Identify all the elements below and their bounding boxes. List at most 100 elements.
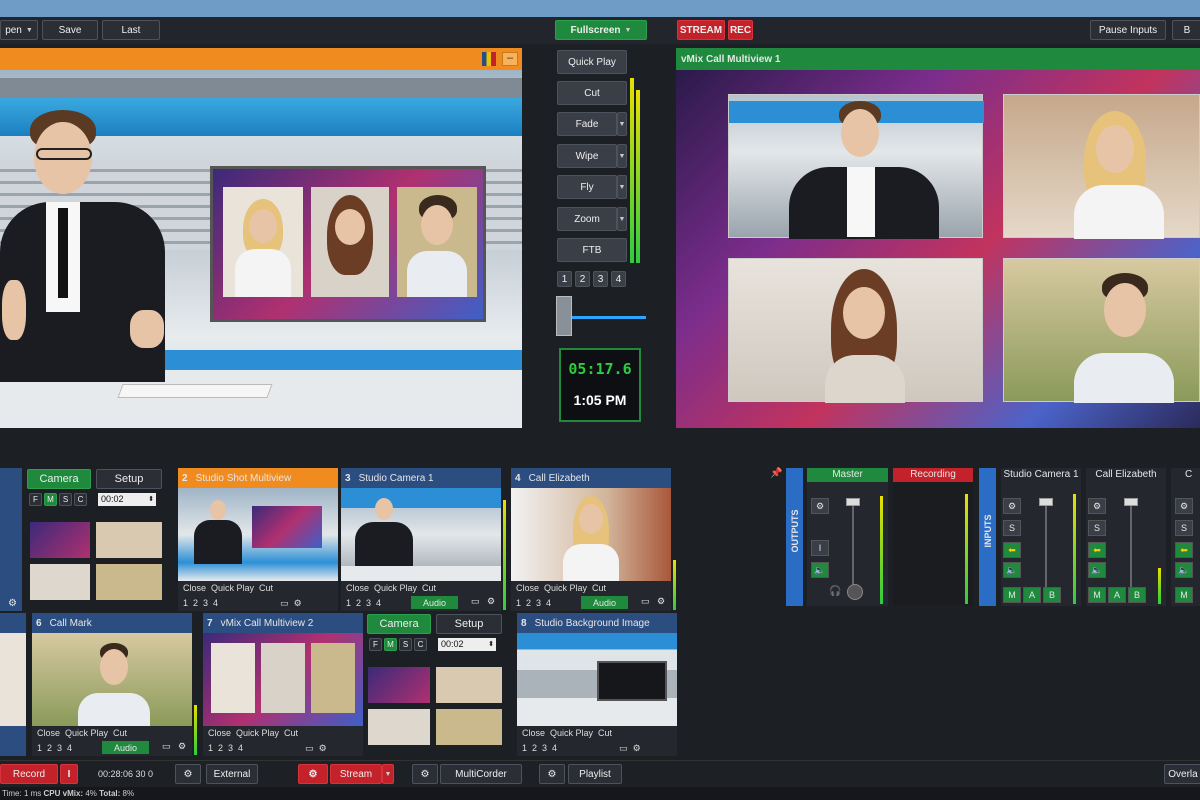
input-tile-3[interactable]: 3 Studio Camera 1 Close Quick Play Cut 1…	[341, 468, 501, 611]
arrow-left-icon[interactable]: ⬅	[1175, 542, 1193, 558]
close-button[interactable]: Close	[516, 583, 539, 593]
fade-button[interactable]: Fade	[557, 112, 617, 136]
setup-tab[interactable]: Setup	[96, 469, 162, 489]
gear-icon[interactable]: ⚙	[657, 596, 665, 607]
overlay-2-button[interactable]: 2	[356, 598, 361, 608]
ftb-button[interactable]: FTB	[557, 238, 627, 262]
color-bars-icon[interactable]	[482, 52, 496, 66]
quick-play-link[interactable]: Quick Play	[211, 583, 254, 593]
overlay-4-button[interactable]: 4	[546, 598, 551, 608]
quick-play-button[interactable]: Quick Play	[557, 50, 627, 74]
duration-input[interactable]: 00:02 ⬍	[98, 493, 156, 506]
overlay-1-button[interactable]: 1	[37, 743, 42, 753]
overlay-1-button[interactable]: 1	[183, 598, 188, 608]
arrow-left-icon[interactable]: ⬅	[1088, 542, 1106, 558]
input-tile-4[interactable]: 4 Call Elizabeth Close Quick Play Cut 1 …	[511, 468, 671, 611]
pan-knob[interactable]	[847, 584, 863, 600]
input-1-edge[interactable]	[0, 468, 22, 611]
monitor-icon[interactable]: ▭	[280, 598, 289, 609]
solo-button[interactable]: S	[1003, 520, 1021, 536]
headphones-icon[interactable]: 🎧	[829, 586, 841, 597]
layer-c-button-2[interactable]: C	[414, 638, 427, 651]
solo-button[interactable]: S	[1175, 520, 1193, 536]
multicorder-button[interactable]: MultiCorder	[440, 764, 522, 784]
wipe-options-button[interactable]: ▼	[617, 144, 627, 168]
close-button[interactable]: Close	[37, 728, 60, 738]
gear-icon[interactable]: ⚙	[1003, 498, 1021, 514]
gear-icon[interactable]: ⚙	[1175, 498, 1193, 514]
pause-inputs-button[interactable]: Pause Inputs	[1090, 20, 1166, 40]
pin-icon[interactable]: 📌	[770, 468, 782, 479]
audio-button[interactable]: Audio	[581, 596, 629, 609]
input-tile-6[interactable]: 6 Call Mark Close Quick Play Cut 1 2 3 4…	[32, 613, 192, 756]
monitor-icon[interactable]: ▭	[305, 743, 314, 754]
channel-1-fader[interactable]	[1039, 498, 1053, 506]
monitor-icon[interactable]: ▭	[471, 596, 480, 607]
gear-icon[interactable]: ⚙	[633, 743, 641, 754]
transition-1-button[interactable]: 1	[557, 271, 572, 287]
audio-button[interactable]: Audio	[411, 596, 459, 609]
cut-link[interactable]: Cut	[422, 583, 436, 593]
stepper-icon[interactable]: ⬍	[488, 638, 494, 651]
input-5-edge[interactable]	[0, 613, 26, 756]
bus-a-button[interactable]: A	[1108, 587, 1126, 603]
overlay-1-button[interactable]: 1	[208, 743, 213, 753]
speaker-icon[interactable]: 🔈	[1088, 562, 1106, 578]
camera-tab-2[interactable]: Camera	[367, 614, 431, 634]
input-tile-8[interactable]: 8 Studio Background Image Close Quick Pl…	[517, 613, 677, 756]
overlay-2-button[interactable]: 2	[193, 598, 198, 608]
gear-icon[interactable]: ⚙	[8, 598, 17, 609]
overlay-3-button[interactable]: 3	[366, 598, 371, 608]
overlay-3-button[interactable]: 3	[203, 598, 208, 608]
layer-f-button[interactable]: F	[29, 493, 42, 506]
camera-tab[interactable]: Camera	[27, 469, 91, 489]
monitor-icon[interactable]: ▭	[641, 596, 650, 607]
transition-2-button[interactable]: 2	[575, 271, 590, 287]
overlay-4-button[interactable]: 4	[238, 743, 243, 753]
cut-link[interactable]: Cut	[592, 583, 606, 593]
output-window[interactable]	[676, 70, 1200, 428]
overlay-2-button[interactable]: 2	[526, 598, 531, 608]
stream-status-button[interactable]: STREAM	[677, 20, 725, 40]
overlay-1-button[interactable]: 1	[522, 743, 527, 753]
bus-m-button[interactable]: M	[1003, 587, 1021, 603]
playlist-button[interactable]: Playlist	[568, 764, 622, 784]
overlay-2-button[interactable]: 2	[218, 743, 223, 753]
layer-m-button-2[interactable]: M	[384, 638, 397, 651]
save-button[interactable]: Save	[42, 20, 98, 40]
mv2-thumb-2[interactable]	[436, 667, 502, 703]
layer-s-button[interactable]: S	[59, 493, 72, 506]
monitor-icon[interactable]: ▭	[619, 743, 628, 754]
bus-b-button[interactable]: B	[1043, 587, 1061, 603]
cut-link[interactable]: Cut	[284, 728, 298, 738]
gear-icon[interactable]: ⚙	[539, 764, 565, 784]
transition-4-button[interactable]: 4	[611, 271, 626, 287]
mv2-thumb-1[interactable]	[368, 667, 430, 703]
gear-icon[interactable]: ⚙	[1088, 498, 1106, 514]
close-button[interactable]: Close	[522, 728, 545, 738]
quick-play-link[interactable]: Quick Play	[236, 728, 279, 738]
quick-play-link[interactable]: Quick Play	[374, 583, 417, 593]
fly-button[interactable]: Fly	[557, 175, 617, 199]
overlay-3-button[interactable]: 3	[542, 743, 547, 753]
stepper-icon[interactable]: ⬍	[148, 493, 154, 506]
overlay-2-button[interactable]: 2	[47, 743, 52, 753]
fade-options-button[interactable]: ▼	[617, 112, 627, 136]
solo-button[interactable]: S	[1088, 520, 1106, 536]
zoom-options-button[interactable]: ▼	[617, 207, 627, 231]
overlay-3-button[interactable]: 3	[536, 598, 541, 608]
layer-c-button[interactable]: C	[74, 493, 87, 506]
quick-play-link[interactable]: Quick Play	[65, 728, 108, 738]
overlay-3-button[interactable]: 3	[228, 743, 233, 753]
preview-window[interactable]	[0, 70, 522, 428]
mv-thumb-4[interactable]	[96, 564, 162, 600]
layer-m-button[interactable]: M	[44, 493, 57, 506]
gear-icon[interactable]: ⚙	[319, 743, 327, 754]
fullscreen-button[interactable]: Fullscreen ▼	[555, 20, 647, 40]
bus-b-button[interactable]: B	[1128, 587, 1146, 603]
overlay-4-button[interactable]: 4	[552, 743, 557, 753]
overlay-4-button[interactable]: 4	[213, 598, 218, 608]
fly-options-button[interactable]: ▼	[617, 175, 627, 199]
master-fader[interactable]	[846, 498, 860, 506]
external-button[interactable]: External	[206, 764, 258, 784]
